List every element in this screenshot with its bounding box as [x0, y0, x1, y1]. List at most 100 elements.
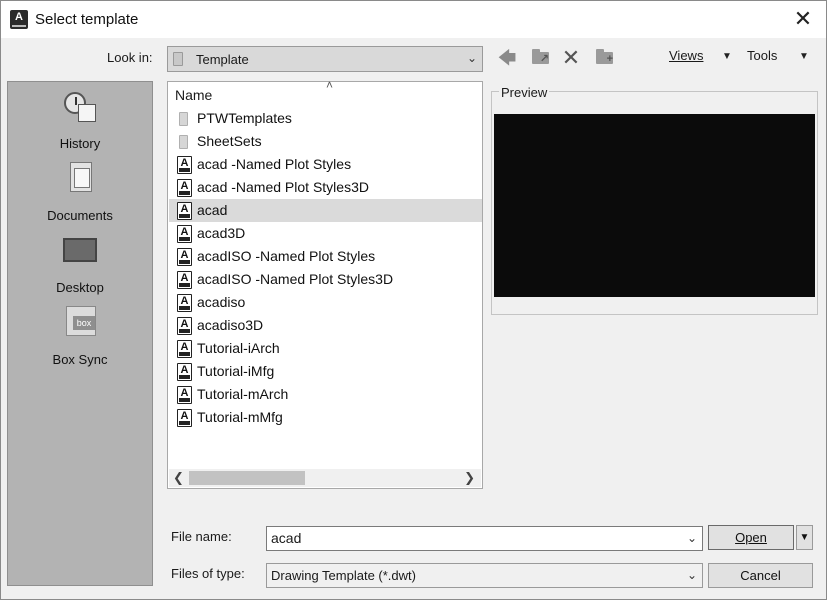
file-name-text: acad3D [197, 225, 246, 241]
place-label: History [59, 136, 101, 151]
file-name-text: acadiso [197, 294, 246, 310]
place-history[interactable]: History [8, 88, 152, 158]
dwt-file-icon: A [177, 340, 192, 358]
place-desktop[interactable]: Desktop [8, 232, 152, 302]
views-dropdown-arrow-icon[interactable]: ▼ [722, 51, 732, 62]
places-bar: History Documents Desktop box Box Sync [7, 81, 153, 586]
scroll-left-icon[interactable]: ❮ [173, 470, 184, 486]
file-list-item[interactable]: Aacad -Named Plot Styles [169, 153, 482, 176]
open-options-dropdown[interactable]: ▼ [796, 525, 813, 550]
file-list-item[interactable]: Aacad3D [169, 222, 482, 245]
look-in-value: Template [196, 52, 249, 67]
delete-icon: ✕ [561, 45, 581, 70]
sort-ascending-icon: ˄ [326, 78, 334, 92]
preview-label: Preview [499, 85, 550, 100]
cancel-button[interactable]: Cancel [708, 563, 813, 588]
open-button[interactable]: Open [708, 525, 794, 550]
dwt-file-icon: A [177, 248, 192, 266]
chevron-down-icon[interactable]: ⌄ [687, 531, 697, 545]
back-arrow-icon: 🡄 [497, 48, 517, 68]
file-name-text: acadISO -Named Plot Styles3D [197, 271, 394, 287]
files-of-type-label: Files of type: [171, 566, 245, 581]
open-label: Open [735, 530, 767, 545]
dwt-file-icon: A [177, 271, 192, 289]
file-list-item[interactable]: A Tutorial-iMfg [169, 360, 482, 383]
up-folder-icon: ↗ [532, 49, 549, 65]
file-list-item[interactable]: A Tutorial-mMfg [169, 406, 482, 429]
place-label: Documents [47, 208, 113, 223]
file-name-input[interactable]: acad ⌄ [266, 526, 703, 551]
views-label: Views [669, 48, 704, 63]
file-name-text: PTWTemplates [197, 110, 292, 126]
file-list[interactable]: ˄ Name PTWTemplates SheetSets Aacad -Named… [167, 78, 483, 489]
autocad-app-icon: A [10, 10, 28, 29]
dwt-file-icon: A [177, 179, 192, 197]
file-list-item[interactable]: Aacadiso3D [169, 314, 482, 337]
file-name-value: acad [271, 530, 302, 546]
select-template-dialog: A Select template ✕ Look in: Template ⌄ … [0, 0, 827, 600]
file-list-item[interactable]: Aacad -Named Plot Styles3D [169, 176, 482, 199]
up-one-level-button[interactable]: ↗ [528, 46, 554, 70]
new-folder-icon: + [596, 49, 613, 65]
desktop-icon [62, 232, 98, 272]
horizontal-scrollbar[interactable]: ❮ ❯ [169, 469, 481, 487]
place-label: Desktop [56, 280, 104, 295]
dwt-file-icon: A [177, 294, 192, 312]
back-button[interactable]: 🡄 [494, 46, 520, 70]
file-list-item[interactable]: A Tutorial-iArch [169, 337, 482, 360]
views-menu-button[interactable]: Views [669, 48, 703, 63]
close-button[interactable]: ✕ [788, 5, 818, 33]
file-list-item[interactable]: PTWTemplates [169, 107, 482, 130]
box-sync-icon: box [62, 304, 98, 344]
dwt-file-icon: A [177, 202, 192, 220]
dwt-file-icon: A [177, 363, 192, 381]
file-name-text: acadISO -Named Plot Styles [197, 248, 376, 264]
folder-icon [173, 52, 183, 66]
dropdown-arrow-icon: ▼ [799, 532, 810, 543]
dwt-file-icon: A [177, 225, 192, 243]
file-name-label: File name: [171, 529, 232, 544]
file-list-item[interactable]: A Tutorial-mArch [169, 383, 482, 406]
place-label: Box Sync [52, 352, 108, 367]
title-bar: A Select template ✕ [1, 1, 826, 38]
dwt-file-icon: A [177, 386, 192, 404]
file-list-item[interactable]: AacadISO -Named Plot Styles [169, 245, 482, 268]
name-column-header[interactable]: Name [175, 87, 212, 103]
file-name-text: Tutorial-mMfg [197, 409, 283, 425]
dialog-title: Select template [35, 11, 139, 28]
chevron-down-icon: ⌄ [466, 51, 477, 65]
tools-dropdown-arrow-icon[interactable]: ▼ [799, 51, 809, 62]
file-name-text: SheetSets [197, 133, 262, 149]
preview-image [494, 114, 815, 297]
dwt-file-icon: A [177, 156, 192, 174]
scrollbar-thumb[interactable] [189, 471, 305, 485]
look-in-dropdown[interactable]: Template ⌄ [167, 46, 483, 72]
file-list-item[interactable]: SheetSets [169, 130, 482, 153]
folder-icon [179, 135, 188, 149]
dwt-file-icon: A [177, 409, 192, 427]
file-list-item[interactable]: Aacadiso [169, 291, 482, 314]
documents-icon [62, 160, 98, 200]
chevron-down-icon: ⌄ [686, 568, 697, 582]
history-icon [62, 88, 98, 128]
place-documents[interactable]: Documents [8, 160, 152, 230]
file-name-text: Tutorial-iArch [197, 340, 280, 356]
file-name-text: Tutorial-mArch [197, 386, 289, 402]
file-list-item[interactable]: AacadISO -Named Plot Styles3D [169, 268, 482, 291]
dwt-file-icon: A [177, 317, 192, 335]
tools-menu-button[interactable]: Tools [747, 48, 777, 63]
delete-button[interactable]: ✕ [558, 46, 584, 70]
look-in-label: Look in: [107, 50, 153, 65]
scroll-right-icon[interactable]: ❯ [464, 470, 475, 486]
place-box-sync[interactable]: box Box Sync [8, 304, 152, 374]
create-new-folder-button[interactable]: + [592, 46, 618, 70]
files-of-type-select[interactable]: Drawing Template (*.dwt) ⌄ [266, 563, 703, 588]
tools-label: Tools [747, 48, 778, 63]
file-name-text: acad -Named Plot Styles3D [197, 179, 369, 195]
files-of-type-value: Drawing Template (*.dwt) [271, 568, 416, 583]
file-list-item[interactable]: Aacad [169, 199, 482, 222]
folder-icon [179, 112, 188, 126]
file-name-text: acad -Named Plot Styles [197, 156, 352, 172]
file-name-text: Tutorial-iMfg [197, 363, 275, 379]
file-name-text: acadiso3D [197, 317, 264, 333]
